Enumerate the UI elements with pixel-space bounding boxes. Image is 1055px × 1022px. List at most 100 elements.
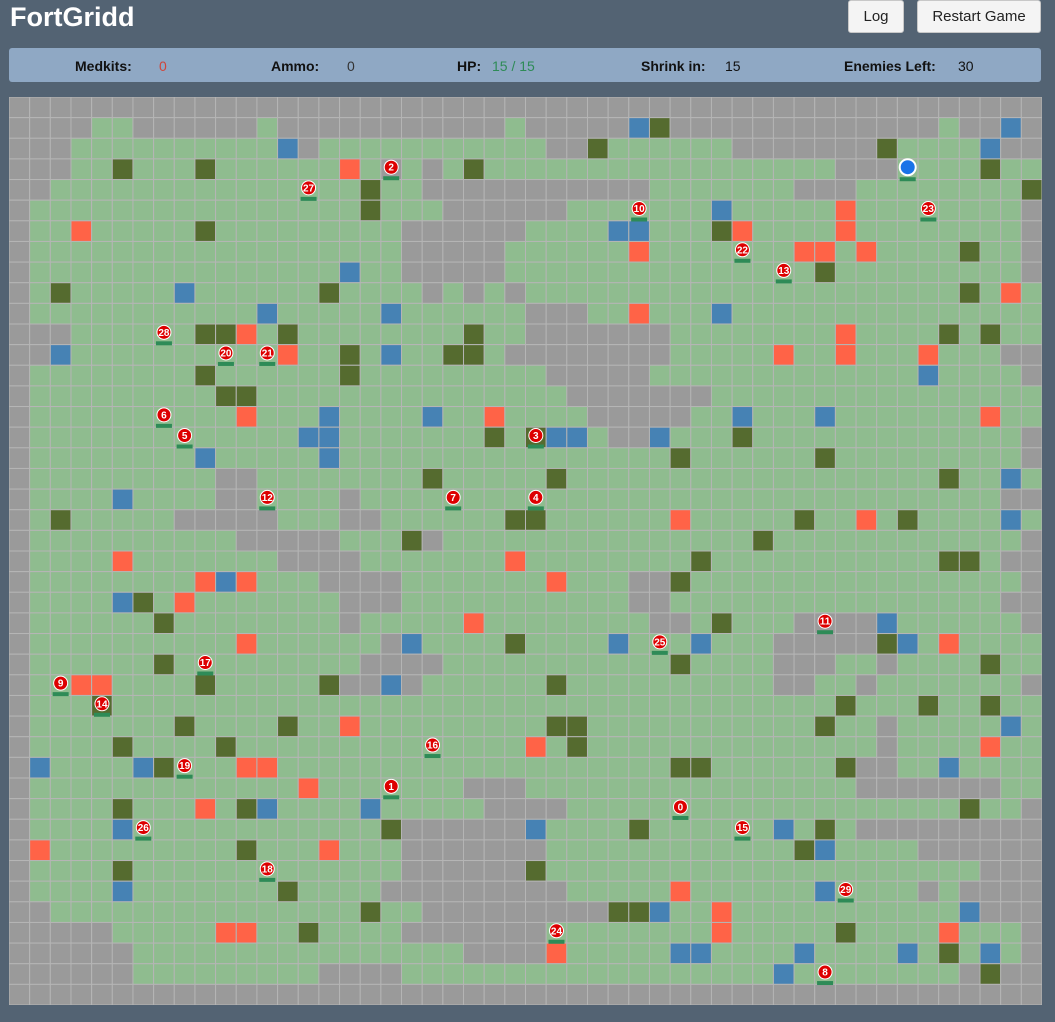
grass-tile[interactable] xyxy=(421,344,444,366)
wall-tile[interactable] xyxy=(525,509,547,531)
grass-tile[interactable] xyxy=(256,818,279,841)
storm-tile[interactable] xyxy=(607,406,630,428)
grass-tile[interactable] xyxy=(318,240,341,263)
storm-tile[interactable] xyxy=(277,529,299,552)
grass-tile[interactable] xyxy=(979,344,1002,366)
storm-tile[interactable] xyxy=(256,983,279,1005)
grass-tile[interactable] xyxy=(277,199,299,222)
storm-tile[interactable] xyxy=(9,385,31,408)
grass-tile[interactable] xyxy=(401,344,423,366)
storm-tile[interactable] xyxy=(483,983,506,1005)
grass-tile[interactable] xyxy=(917,467,940,490)
grass-tile[interactable] xyxy=(876,674,898,696)
grass-tile[interactable] xyxy=(483,550,506,573)
storm-tile[interactable] xyxy=(669,97,692,119)
grass-tile[interactable] xyxy=(359,818,382,841)
grass-tile[interactable] xyxy=(566,571,588,593)
storm-tile[interactable] xyxy=(463,240,485,263)
wall-tile[interactable] xyxy=(958,240,981,263)
wall-tile[interactable] xyxy=(525,860,547,882)
storm-tile[interactable] xyxy=(793,179,816,201)
grass-tile[interactable] xyxy=(194,921,217,944)
storm-tile[interactable] xyxy=(9,653,31,676)
grass-tile[interactable] xyxy=(855,571,878,593)
grass-tile[interactable] xyxy=(277,674,299,696)
grass-tile[interactable] xyxy=(70,488,93,511)
storm-tile[interactable] xyxy=(339,674,361,696)
grass-tile[interactable] xyxy=(772,612,795,635)
grass-tile[interactable] xyxy=(958,406,981,428)
storm-tile[interactable] xyxy=(401,97,423,119)
grass-tile[interactable] xyxy=(215,447,237,469)
grass-tile[interactable] xyxy=(731,798,754,820)
grass-tile[interactable] xyxy=(235,447,258,469)
ammo-tile[interactable] xyxy=(111,880,134,903)
grass-tile[interactable] xyxy=(29,818,51,841)
grass-tile[interactable] xyxy=(876,385,898,408)
grass-tile[interactable] xyxy=(173,406,196,428)
grass-tile[interactable] xyxy=(91,612,113,635)
grass-tile[interactable] xyxy=(235,302,258,325)
grass-tile[interactable] xyxy=(917,323,940,346)
storm-tile[interactable] xyxy=(380,633,403,655)
grass-tile[interactable] xyxy=(380,798,403,820)
storm-tile[interactable] xyxy=(855,612,878,635)
grass-tile[interactable] xyxy=(359,406,382,428)
grass-tile[interactable] xyxy=(586,240,609,263)
grass-tile[interactable] xyxy=(938,529,960,552)
grass-tile[interactable] xyxy=(710,426,733,449)
grass-tile[interactable] xyxy=(153,344,175,366)
grass-tile[interactable] xyxy=(566,282,588,304)
storm-tile[interactable] xyxy=(586,983,609,1005)
grass-tile[interactable] xyxy=(91,406,113,428)
grass-tile[interactable] xyxy=(896,137,919,160)
storm-tile[interactable] xyxy=(29,901,51,923)
grass-tile[interactable] xyxy=(70,653,93,676)
grass-tile[interactable] xyxy=(235,550,258,573)
enemy-27[interactable]: 27 xyxy=(300,180,317,201)
grass-tile[interactable] xyxy=(483,674,506,696)
enemy-21[interactable]: 21 xyxy=(259,345,276,366)
grass-tile[interactable] xyxy=(793,282,816,304)
grass-tile[interactable] xyxy=(566,199,588,222)
grass-tile[interactable] xyxy=(731,571,754,593)
grass-tile[interactable] xyxy=(483,158,506,181)
grass-tile[interactable] xyxy=(111,571,134,593)
ammo-tile[interactable] xyxy=(545,426,568,449)
medkit-tile[interactable] xyxy=(917,344,940,366)
storm-tile[interactable] xyxy=(648,571,671,593)
ammo-tile[interactable] xyxy=(1000,509,1022,531)
storm-tile[interactable] xyxy=(979,839,1002,862)
grass-tile[interactable] xyxy=(215,818,237,841)
grass-tile[interactable] xyxy=(132,963,155,985)
grass-tile[interactable] xyxy=(648,529,671,552)
storm-tile[interactable] xyxy=(9,612,31,635)
grass-tile[interactable] xyxy=(607,282,630,304)
grass-tile[interactable] xyxy=(607,942,630,965)
grass-tile[interactable] xyxy=(648,715,671,738)
grass-tile[interactable] xyxy=(91,467,113,490)
grass-tile[interactable] xyxy=(731,921,754,944)
grass-tile[interactable] xyxy=(235,694,258,717)
grass-tile[interactable] xyxy=(49,467,72,490)
grass-tile[interactable] xyxy=(70,158,93,181)
grass-tile[interactable] xyxy=(814,488,836,511)
ammo-tile[interactable] xyxy=(525,818,547,841)
storm-tile[interactable] xyxy=(9,798,31,820)
storm-tile[interactable] xyxy=(421,158,444,181)
grass-tile[interactable] xyxy=(153,715,175,738)
grass-tile[interactable] xyxy=(628,467,650,490)
grass-tile[interactable] xyxy=(153,818,175,841)
grass-tile[interactable] xyxy=(896,674,919,696)
storm-tile[interactable] xyxy=(979,117,1002,139)
grass-tile[interactable] xyxy=(834,364,857,387)
grass-tile[interactable] xyxy=(607,860,630,882)
storm-tile[interactable] xyxy=(421,818,444,841)
storm-tile[interactable] xyxy=(566,364,588,387)
grass-tile[interactable] xyxy=(1000,302,1022,325)
grass-tile[interactable] xyxy=(607,591,630,614)
grass-tile[interactable] xyxy=(401,137,423,160)
grass-tile[interactable] xyxy=(297,240,320,263)
grass-tile[interactable] xyxy=(834,282,857,304)
wall-tile[interactable] xyxy=(173,715,196,738)
